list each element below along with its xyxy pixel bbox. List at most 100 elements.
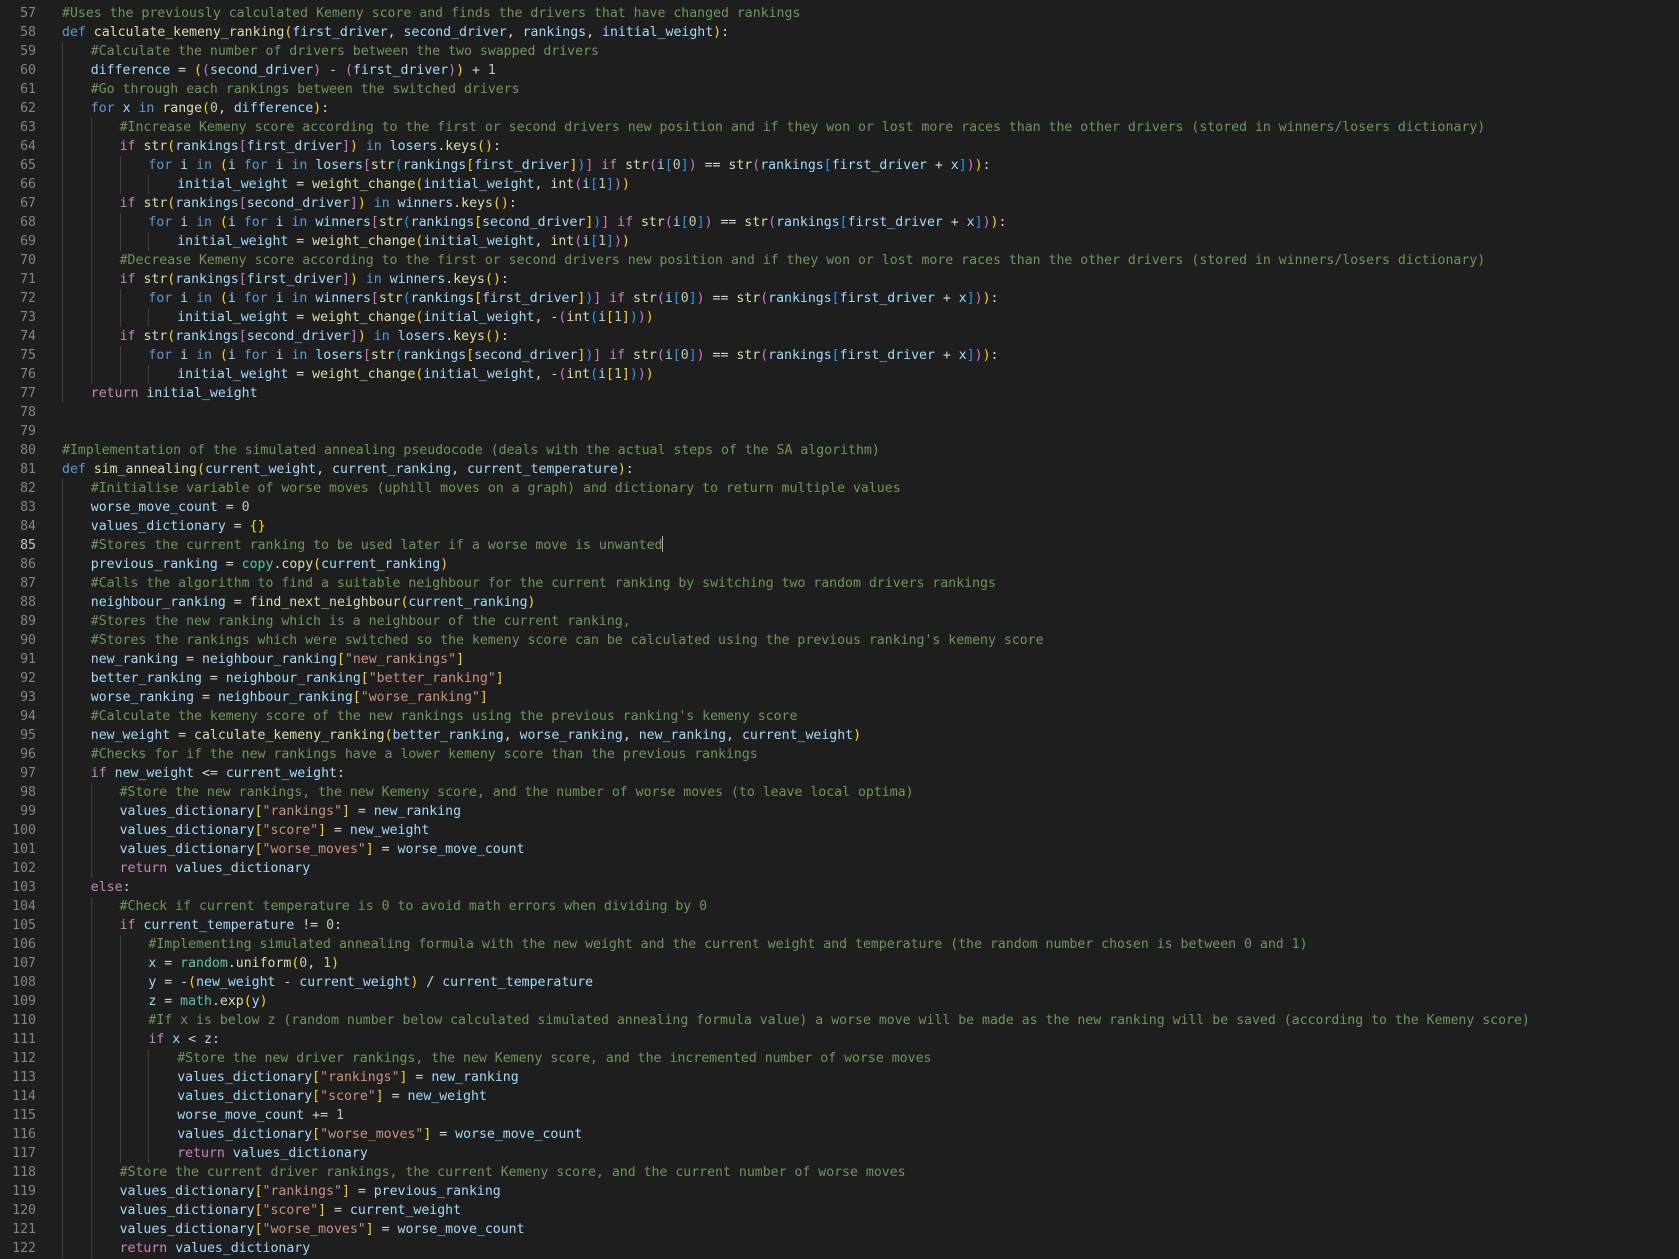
code-line[interactable]: 93 worse_ranking = neighbour_ranking["wor… — [0, 688, 1679, 707]
indent-guide — [62, 1220, 63, 1239]
code-line[interactable]: 59 #Calculate the number of drivers betwe… — [0, 42, 1679, 61]
code-line[interactable]: 118 #Store the current driver rankings, t… — [0, 1163, 1679, 1182]
code-line[interactable]: 91 new_ranking = neighbour_ranking["new_r… — [0, 650, 1679, 669]
code-line[interactable]: 74 if str(rankings[second_driver]) in los… — [0, 327, 1679, 346]
code-text: #Initialise variable of worse moves (uph… — [90, 481, 901, 496]
code-line[interactable]: 111 if x < z: — [0, 1030, 1679, 1049]
code-line[interactable]: 102 return values_dictionary — [0, 859, 1679, 878]
code-line[interactable]: 113 values_dictionary["rankings"] = new_r… — [0, 1068, 1679, 1087]
line-number: 66 — [20, 177, 36, 192]
code-line[interactable]: 121 values_dictionary["worse_moves"] = wo… — [0, 1220, 1679, 1239]
indent-guide — [90, 1182, 92, 1201]
line-number: 74 — [20, 329, 36, 344]
line-number: 122 — [12, 1241, 36, 1256]
code-text: new_ranking = neighbour_ranking["new_ran… — [90, 652, 465, 667]
code-line[interactable]: 101 values_dictionary["worse_moves"] = wo… — [0, 840, 1679, 859]
code-line[interactable]: 72 for i in (i for i in winners[str(ranki… — [0, 289, 1679, 308]
code-line[interactable]: 98 #Store the new rankings, the new Kemen… — [0, 783, 1679, 802]
code-line[interactable]: 110 #If x is below z (random number below… — [0, 1011, 1679, 1030]
code-text: #Increase Kemeny score according to the … — [119, 120, 1486, 135]
indent-guide — [90, 1163, 92, 1182]
code-editor[interactable]: 57 #Uses the previously calculated Kemeny… — [0, 0, 1679, 1259]
code-line[interactable]: 80 #Implementation of the simulated annea… — [0, 441, 1679, 460]
code-line[interactable]: 88 neighbour_ranking = find_next_neighbou… — [0, 593, 1679, 612]
code-line[interactable]: 57 #Uses the previously calculated Kemeny… — [0, 4, 1679, 23]
code-line[interactable]: 61 #Go through each rankings between the … — [0, 80, 1679, 99]
code-line[interactable]: 103 else: — [0, 878, 1679, 897]
code-line[interactable]: 78 — [0, 403, 1679, 422]
indent-guide — [90, 118, 92, 137]
code-line[interactable]: 96 #Checks for if the new rankings have a… — [0, 745, 1679, 764]
indent-guide — [62, 1087, 63, 1106]
code-line[interactable]: 69 initial_weight = weight_change(initial… — [0, 232, 1679, 251]
code-line[interactable]: 97 if new_weight <= current_weight: — [0, 764, 1679, 783]
code-line[interactable]: 66 initial_weight = weight_change(initial… — [0, 175, 1679, 194]
indent-guide — [62, 688, 63, 707]
code-line[interactable]: 65 for i in (i for i in losers[str(rankin… — [0, 156, 1679, 175]
code-line[interactable]: 58 def calculate_kemeny_ranking(first_dri… — [0, 23, 1679, 42]
indent-guide — [119, 232, 121, 251]
code-line[interactable]: 86 previous_ranking = copy.copy(current_r… — [0, 555, 1679, 574]
code-line[interactable]: 82 #Initialise variable of worse moves (u… — [0, 479, 1679, 498]
indent-guide — [90, 954, 92, 973]
code-line[interactable]: 70 #Decrease Kemeny score according to th… — [0, 251, 1679, 270]
code-line[interactable]: 105 if current_temperature != 0: — [0, 916, 1679, 935]
code-line[interactable]: 84 values_dictionary = {} — [0, 517, 1679, 536]
code-line[interactable]: 122 return values_dictionary — [0, 1239, 1679, 1258]
code-line[interactable]: 107 x = random.uniform(0, 1) — [0, 954, 1679, 973]
code-line[interactable]: 109 z = math.exp(y) — [0, 992, 1679, 1011]
code-line[interactable]: 87 #Calls the algorithm to find a suitabl… — [0, 574, 1679, 593]
code-line[interactable]: 108 y = -(new_weight - current_weight) / … — [0, 973, 1679, 992]
line-number: 58 — [20, 25, 36, 40]
code-line[interactable]: 76 initial_weight = weight_change(initial… — [0, 365, 1679, 384]
code-line[interactable]: 77 return initial_weight — [0, 384, 1679, 403]
code-line[interactable]: 68 for i in (i for i in winners[str(ranki… — [0, 213, 1679, 232]
code-text: if str(rankings[first_driver]) in winner… — [119, 272, 509, 287]
code-line[interactable]: 115 worse_move_count += 1 — [0, 1106, 1679, 1125]
code-line[interactable]: 120 values_dictionary["score"] = current_… — [0, 1201, 1679, 1220]
line-number: 90 — [20, 633, 36, 648]
indent-guide — [90, 1087, 92, 1106]
indent-guide — [90, 1049, 92, 1068]
indent-guide — [62, 251, 63, 270]
line-number: 83 — [20, 500, 36, 515]
code-line[interactable]: 60 difference = ((second_driver) - (first… — [0, 61, 1679, 80]
code-line[interactable]: 62 for x in range(0, difference): — [0, 99, 1679, 118]
code-line[interactable]: 99 values_dictionary["rankings"] = new_ra… — [0, 802, 1679, 821]
code-line[interactable]: 119 values_dictionary["rankings"] = previ… — [0, 1182, 1679, 1201]
code-line[interactable]: 79 — [0, 422, 1679, 441]
code-text: for x in range(0, difference): — [90, 101, 330, 116]
code-line[interactable]: 75 for i in (i for i in losers[str(rankin… — [0, 346, 1679, 365]
code-line[interactable]: 104 #Check if current temperature is 0 to… — [0, 897, 1679, 916]
code-line[interactable]: 94 #Calculate the kemeny score of the new… — [0, 707, 1679, 726]
line-number: 87 — [20, 576, 36, 591]
code-line[interactable]: 85 #Stores the current ranking to be used… — [0, 536, 1679, 555]
code-text: values_dictionary["worse_moves"] = worse… — [119, 1222, 525, 1237]
line-number: 116 — [12, 1127, 36, 1142]
code-line[interactable]: 114 values_dictionary["score"] = new_weig… — [0, 1087, 1679, 1106]
code-line[interactable]: 116 values_dictionary["worse_moves"] = wo… — [0, 1125, 1679, 1144]
indent-guide — [148, 175, 150, 194]
code-line[interactable]: 92 better_ranking = neighbour_ranking["be… — [0, 669, 1679, 688]
line-number: 75 — [20, 348, 36, 363]
indent-guide — [148, 1049, 150, 1068]
code-line[interactable]: 81 def sim_annealing(current_weight, curr… — [0, 460, 1679, 479]
code-line[interactable]: 63 #Increase Kemeny score according to th… — [0, 118, 1679, 137]
code-line[interactable]: 83 worse_move_count = 0 — [0, 498, 1679, 517]
code-line[interactable]: 64 if str(rankings[first_driver]) in lose… — [0, 137, 1679, 156]
code-line[interactable]: 71 if str(rankings[first_driver]) in winn… — [0, 270, 1679, 289]
code-line[interactable]: 106 #Implementing simulated annealing for… — [0, 935, 1679, 954]
indent-guide — [62, 650, 63, 669]
code-line[interactable]: 117 return values_dictionary — [0, 1144, 1679, 1163]
indent-guide — [148, 232, 150, 251]
code-line[interactable]: 100 values_dictionary["score"] = new_weig… — [0, 821, 1679, 840]
code-line[interactable]: 67 if str(rankings[second_driver]) in win… — [0, 194, 1679, 213]
code-text: #If x is below z (random number below ca… — [148, 1013, 1530, 1028]
code-line[interactable]: 112 #Store the new driver rankings, the n… — [0, 1049, 1679, 1068]
code-line[interactable]: 73 initial_weight = weight_change(initial… — [0, 308, 1679, 327]
code-line[interactable]: 95 new_weight = calculate_kemeny_ranking(… — [0, 726, 1679, 745]
indent-guide — [62, 498, 63, 517]
indent-guide — [62, 1011, 63, 1030]
code-line[interactable]: 89 #Stores the new ranking which is a nei… — [0, 612, 1679, 631]
code-line[interactable]: 90 #Stores the rankings which were switch… — [0, 631, 1679, 650]
